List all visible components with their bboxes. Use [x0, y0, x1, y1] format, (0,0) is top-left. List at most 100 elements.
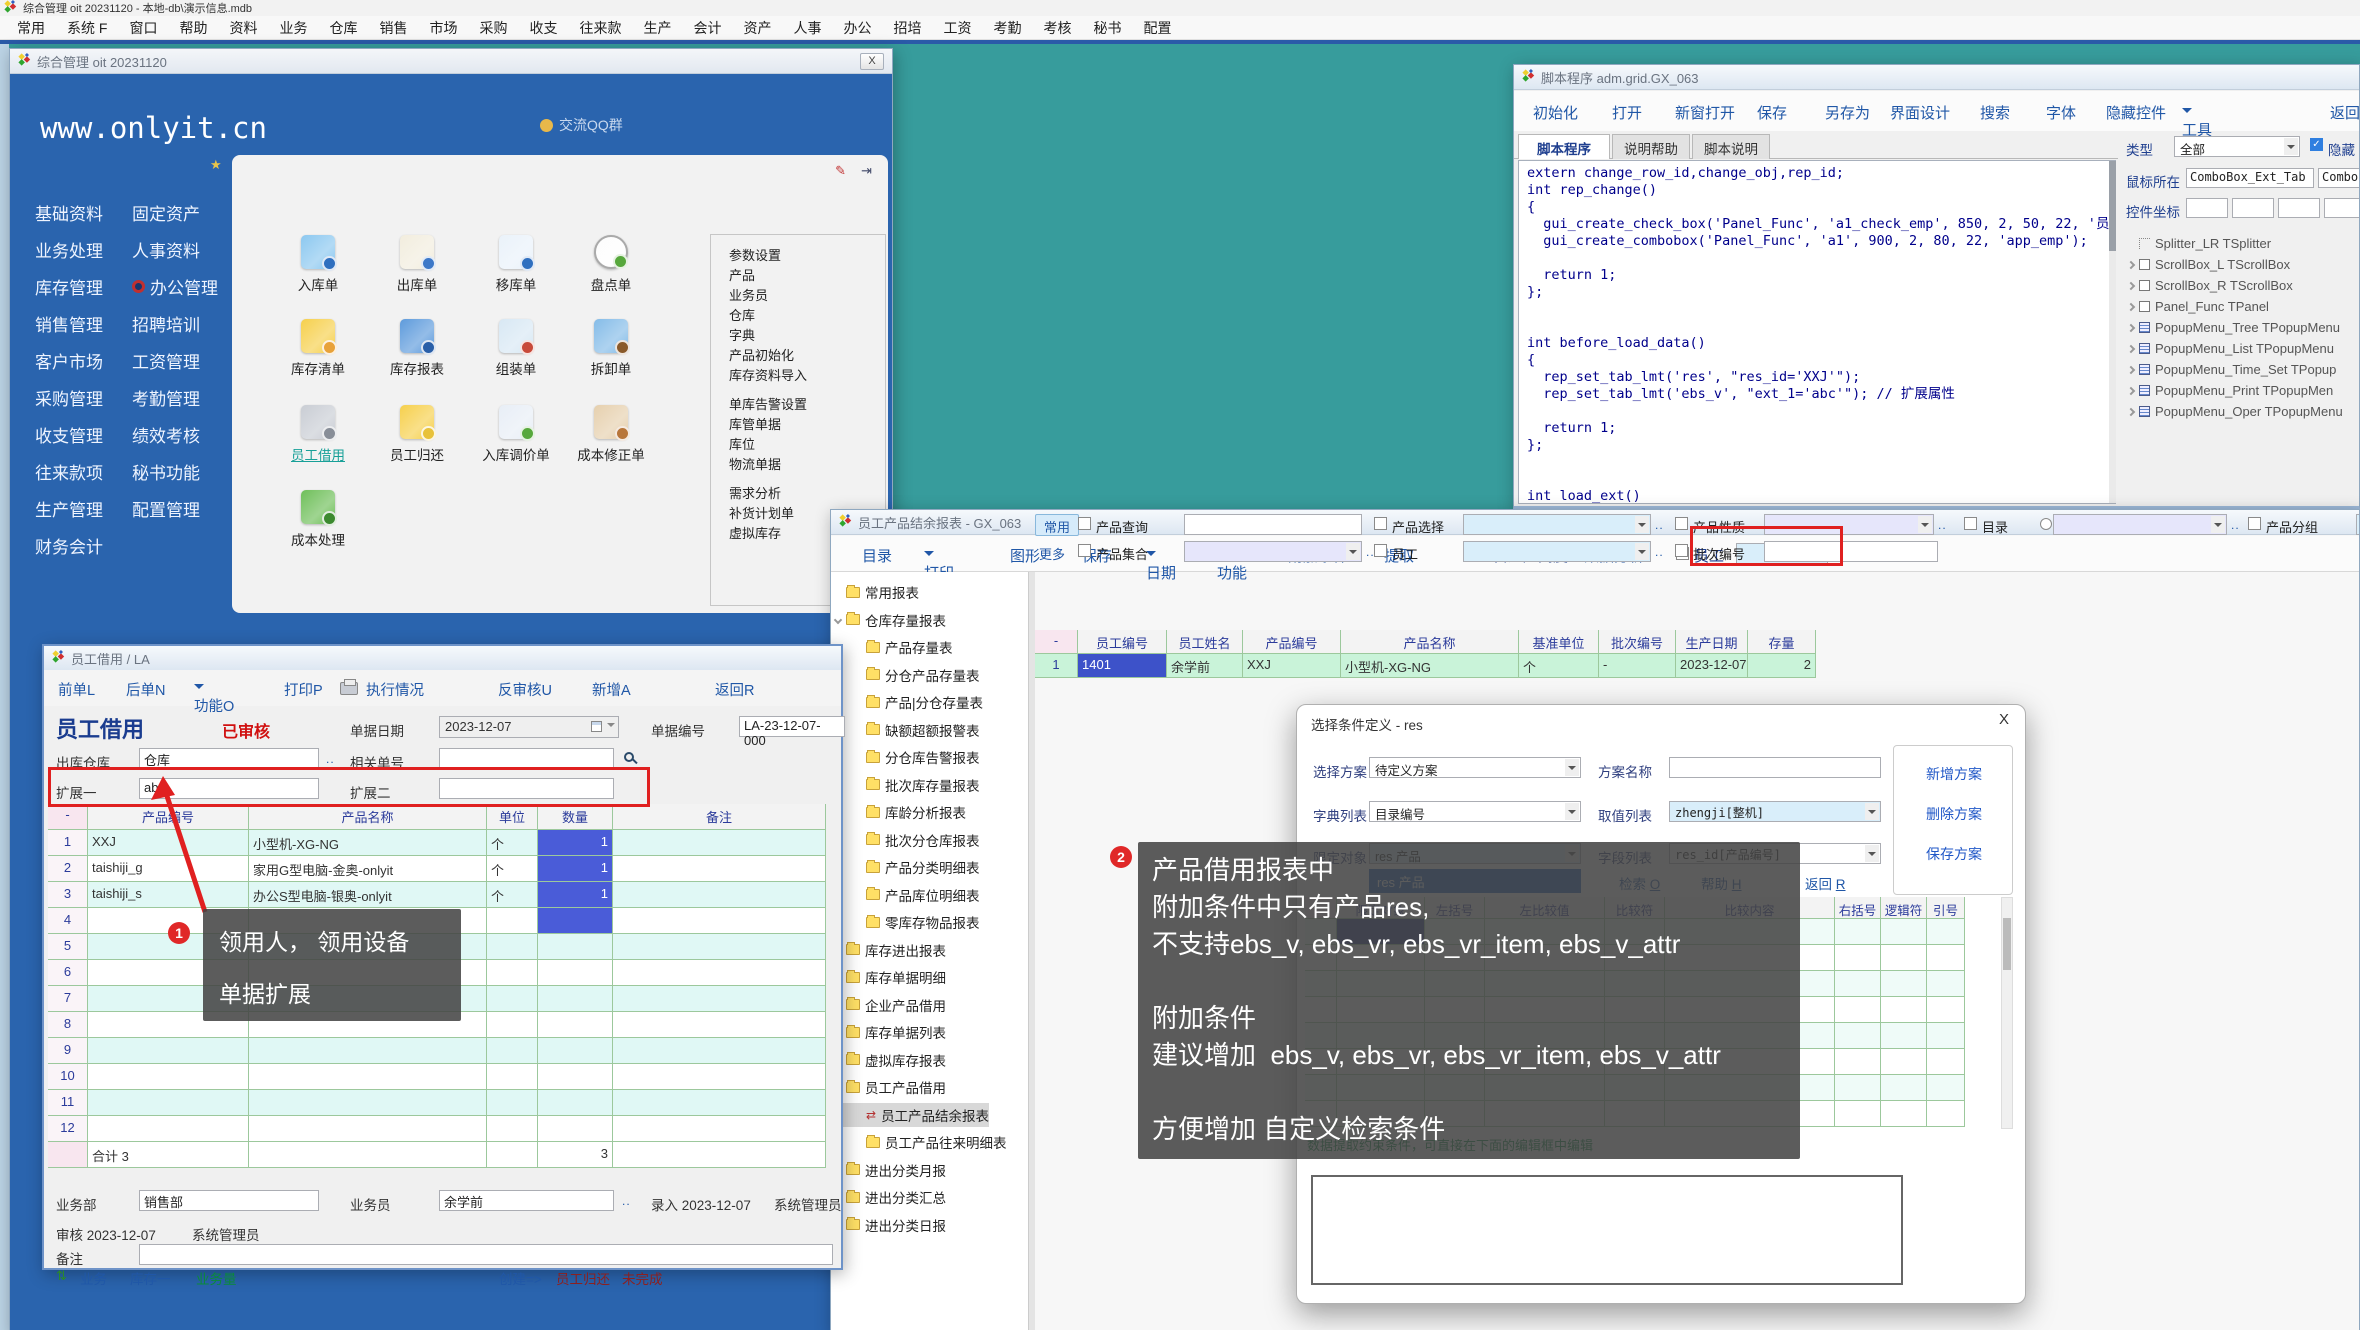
link-item[interactable]: 补货计划单	[729, 503, 794, 522]
link-item[interactable]: 产品	[729, 265, 755, 284]
lookup-dots[interactable]: ..	[1655, 518, 1664, 532]
tree-item[interactable]: 虚拟库存报表	[835, 1048, 946, 1072]
borrow-window-titlebar[interactable]: 员工借用 / LA	[44, 646, 841, 671]
bottom-link[interactable]: 业务量	[196, 1268, 237, 1288]
link-item[interactable]: 参数设置	[729, 245, 781, 264]
link-item[interactable]: 产品初始化	[729, 345, 794, 364]
coord-field[interactable]	[2186, 198, 2228, 218]
sidebar-item[interactable]: 收支管理	[35, 422, 103, 447]
link-item[interactable]: 单库告警设置	[729, 394, 807, 413]
tree-item[interactable]: 批次库存量报表	[835, 773, 980, 797]
filter-combo[interactable]	[1184, 541, 1362, 562]
target-combo[interactable]: res 产品	[1369, 843, 1581, 864]
filter-checkbox[interactable]	[1078, 544, 1091, 557]
table-row[interactable]: 8	[48, 1012, 826, 1038]
menu-item[interactable]: 系统 F	[56, 18, 118, 38]
toolbar-button[interactable]: 界面设计	[1890, 102, 1950, 123]
menu-item[interactable]: 工资	[932, 18, 982, 38]
toolbar-button[interactable]: 字体	[2046, 102, 2076, 123]
tree-item[interactable]: 库存进出报表	[835, 938, 946, 962]
toolbar-button[interactable]: 保存	[1757, 102, 1787, 123]
toolbar-button[interactable]: 工具	[2182, 102, 2212, 140]
app-icon-item[interactable]: 拆卸单	[563, 319, 659, 378]
toolbar-button[interactable]: 返回R	[715, 679, 754, 700]
scrollbar-thumb[interactable]	[2003, 918, 2011, 970]
hide-checkbox[interactable]	[2310, 138, 2323, 151]
toolbar-button[interactable]: 目录	[862, 545, 892, 566]
menu-item[interactable]: 配置	[1132, 18, 1182, 38]
table-row[interactable]: 10	[48, 1064, 826, 1090]
scrollbar-thumb[interactable]	[2109, 161, 2116, 251]
tree-item[interactable]: 分仓库告警报表	[835, 745, 980, 769]
link-item[interactable]: 物流单据	[729, 454, 781, 473]
tree-item[interactable]: Panel_Func TPanel	[2120, 296, 2360, 317]
grid-row[interactable]	[1305, 997, 1965, 1023]
tree-item[interactable]: 仓库存量报表	[835, 608, 946, 632]
menu-item[interactable]: 仓库	[318, 18, 368, 38]
filter-checkbox[interactable]	[1675, 517, 1688, 530]
coord-field[interactable]	[2232, 198, 2274, 218]
toolbar-button[interactable]: 隐藏控件	[2106, 102, 2166, 123]
lookup-dots[interactable]: ..	[1655, 545, 1664, 559]
bottom-link[interactable]: 创建=>	[499, 1268, 542, 1288]
menu-item[interactable]: 往来款	[568, 18, 632, 38]
tab-脚本说明[interactable]: 脚本说明	[1692, 134, 1770, 159]
filter-input[interactable]	[1184, 514, 1362, 535]
app-icon-item[interactable]: 成本修正单	[563, 405, 659, 464]
filter-combo[interactable]	[1764, 514, 1934, 535]
sidebar-item[interactable]: 绩效考核	[132, 422, 200, 447]
tree-item[interactable]: 企业产品借用	[835, 993, 946, 1017]
filter-checkbox[interactable]	[1078, 517, 1091, 530]
filter-checkbox[interactable]	[1675, 544, 1688, 557]
tree-item[interactable]: ScrollBox_R TScrollBox	[2120, 275, 2360, 296]
condition-textarea[interactable]	[1311, 1175, 1903, 1285]
menu-item[interactable]: 秘书	[1082, 18, 1132, 38]
sidebar-item[interactable]: 生产管理	[35, 496, 103, 521]
tab-说明帮助[interactable]: 说明帮助	[1612, 134, 1690, 159]
app-icon-item[interactable]: 员工借用	[270, 405, 366, 464]
menu-item[interactable]: 招培	[882, 18, 932, 38]
menu-item[interactable]: 窗口	[118, 18, 168, 38]
lookup-dots[interactable]: ..	[622, 1194, 631, 1208]
app-icon-item[interactable]: 组装单	[468, 319, 564, 378]
date-field[interactable]: 2023-12-07	[439, 716, 619, 738]
tree-item[interactable]: 产品库位明细表	[835, 883, 980, 907]
tree-item[interactable]: 批次分仓库报表	[835, 828, 980, 852]
menu-item[interactable]: 市场	[418, 18, 468, 38]
toolbar-button[interactable]: 搜索	[1980, 102, 2010, 123]
tree-item[interactable]: 产品分类明细表	[835, 855, 980, 879]
dept-field[interactable]: 销售部	[139, 1190, 319, 1211]
tree-item[interactable]: 进出分类日报	[835, 1213, 946, 1237]
menu-item[interactable]: 会计	[682, 18, 732, 38]
menu-item[interactable]: 资产	[732, 18, 782, 38]
quick-filter-button[interactable]: 常用	[1035, 514, 1079, 536]
sidebar-item[interactable]: 办公管理	[132, 274, 218, 299]
link-item[interactable]: 库存资料导入	[729, 365, 807, 384]
link-item[interactable]: 字典	[729, 325, 755, 344]
bottom-link[interactable]: 库存一	[130, 1268, 171, 1288]
edit-icon[interactable]: ✎	[835, 163, 846, 179]
coord-field[interactable]	[2324, 198, 2360, 218]
table-row[interactable]: 6	[48, 960, 826, 986]
sidebar-item[interactable]: 采购管理	[35, 385, 103, 410]
doc-no-field[interactable]: LA-23-12-07-000	[739, 716, 845, 737]
table-row[interactable]: 2taishiji_g家用G型电脑-金奥-onlyit个1	[48, 856, 826, 882]
table-row[interactable]: 11	[48, 1090, 826, 1116]
table-row[interactable]: 4	[48, 908, 826, 934]
app-icon-item[interactable]: 入库单	[270, 235, 366, 294]
menu-item[interactable]: 收支	[518, 18, 568, 38]
table-row[interactable]: 9	[48, 1038, 826, 1064]
dict-combo[interactable]: 目录编号	[1369, 801, 1581, 822]
warehouse-field[interactable]: 仓库	[139, 748, 319, 769]
grid-row[interactable]	[1305, 971, 1965, 997]
toolbar-button[interactable]: 打印P	[284, 679, 323, 700]
table-row[interactable]: 1XXJ小型机-XG-NG个1	[48, 830, 826, 856]
table-row[interactable]: 12	[48, 1116, 826, 1142]
menu-item[interactable]: 考勤	[982, 18, 1032, 38]
grid-row[interactable]	[1305, 1075, 1965, 1101]
plan-combo[interactable]: 待定义方案	[1369, 757, 1581, 778]
app-icon-item[interactable]: 盘点单	[563, 235, 659, 294]
splitter[interactable]	[1029, 572, 1035, 1330]
filter-combo[interactable]	[2356, 514, 2360, 535]
tree-item[interactable]: ⇄员工产品结余报表	[835, 1103, 989, 1127]
